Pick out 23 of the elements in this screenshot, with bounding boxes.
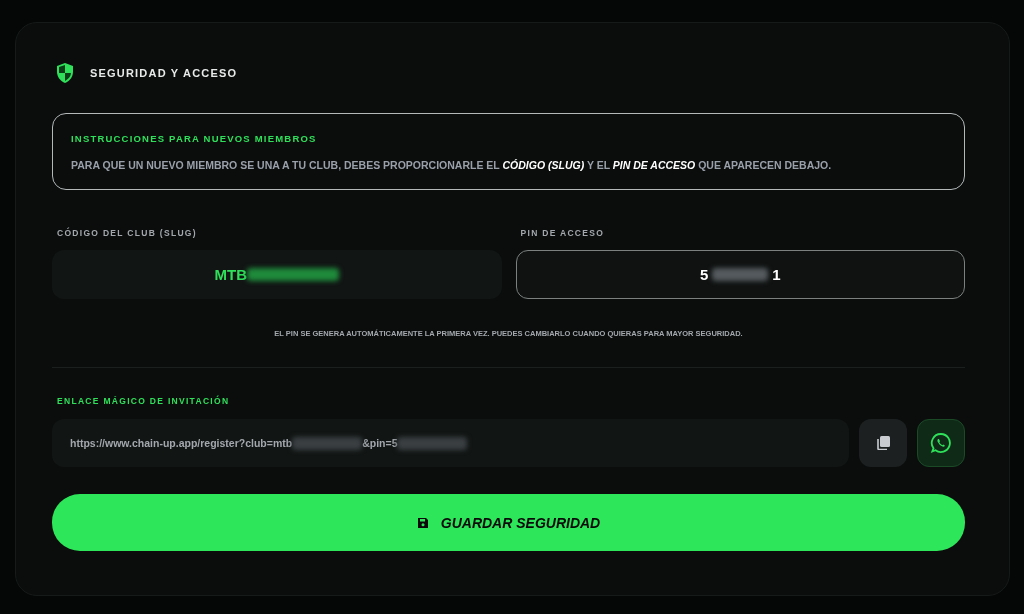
section-title: SEGURIDAD Y ACCESO bbox=[90, 67, 238, 79]
value-text: 1 bbox=[772, 266, 781, 283]
copy-icon bbox=[876, 436, 890, 450]
field-label: CÓDIGO DEL CLUB (SLUG) bbox=[57, 228, 198, 238]
save-button[interactable]: GUARDAR SEGURIDAD bbox=[52, 494, 965, 551]
value-text: https://www.chain-up.app/register?club=mtb bbox=[70, 437, 293, 449]
chat-phone-icon bbox=[930, 432, 952, 454]
field-label: PIN DE ACCESO bbox=[520, 228, 606, 238]
shield-icon bbox=[55, 62, 75, 84]
redaction-blur bbox=[292, 436, 363, 450]
whatsapp-button[interactable] bbox=[917, 419, 965, 467]
redaction-blur bbox=[397, 436, 468, 450]
value-text: 5 bbox=[699, 266, 709, 283]
code-field[interactable]: MTB bbox=[52, 250, 502, 299]
value-text: &pin=5 bbox=[362, 437, 398, 449]
field-label: ENLACE MÁGICO DE INVITACIÓN bbox=[57, 396, 231, 406]
instructions-text: PARA QUE UN NUEVO MIEMBRO SE UNA A TU CLUB, DEBES PROPORCIONARLE EL CÓDIGO (SLUG) Y EL PIN DE ACCESO QUE APARECEN DEBAJO. bbox=[71, 159, 833, 171]
instructions-title: INSTRUCCIONES PARA NUEVOS MIEMBROS bbox=[71, 133, 318, 144]
value-text: MTB bbox=[214, 266, 247, 283]
link-field[interactable]: https://www.chain-up.app/register?club=mtb &pin=5 bbox=[52, 419, 849, 467]
pin-field[interactable]: 5 1 bbox=[515, 250, 965, 299]
redaction-blur bbox=[712, 268, 769, 281]
copy-button[interactable] bbox=[859, 419, 907, 467]
